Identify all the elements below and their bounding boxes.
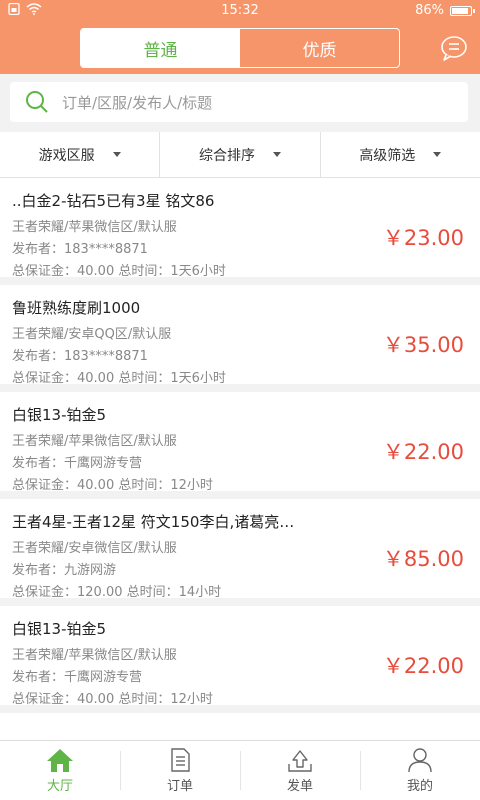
order-deposit: 总保证金：40.00 总时间：1天6小时 (12, 264, 226, 279)
order-price: ￥22.00 (382, 440, 464, 464)
order-icon (171, 748, 190, 772)
dropdown-arrow-icon (433, 152, 442, 157)
search-area: 订单/区服/发布人/标题 (0, 74, 480, 132)
order-region: 王者荣耀/安卓微信区/默认服 (12, 541, 177, 556)
tab-normal[interactable]: 普通 (81, 29, 240, 67)
status-time: 15:32 (221, 3, 259, 18)
filter-region-label: 游戏区服 (38, 147, 95, 164)
tab-publish-label: 发单 (286, 779, 313, 794)
order-item[interactable]: 白银13-铂金5 王者荣耀/苹果微信区/默认服 发布者：千鹰网游专营 总保证金：… (0, 606, 480, 713)
order-title: ..白金2-钻石5已有3星 铭文86 (12, 192, 215, 210)
status-bar: 15:32 86% (0, 0, 480, 22)
status-right: 86% (415, 3, 475, 18)
dropdown-arrow-icon (272, 152, 281, 157)
filter-bar: 游戏区服 综合排序 高级筛选 (0, 132, 480, 178)
top-header: 普通 优质 (0, 22, 480, 74)
order-price: ￥35.00 (382, 333, 464, 357)
order-title: 鲁班熟练度刷1000 (12, 299, 141, 317)
battery-icon (450, 5, 475, 16)
search-placeholder: 订单/区服/发布人/标题 (62, 93, 213, 112)
order-item[interactable]: 白银13-铂金5 王者荣耀/苹果微信区/默认服 发布者：千鹰网游专营 总保证金：… (0, 392, 480, 499)
order-list: ..白金2-钻石5已有3星 铭文86 王者荣耀/苹果微信区/默认服 发布者：18… (0, 178, 480, 713)
message-icon[interactable] (440, 35, 468, 61)
filter-advanced-label: 高级筛选 (359, 147, 416, 164)
bottom-tab-bar: 大厅 订单 发单 我的 (0, 740, 480, 800)
search-icon (26, 91, 48, 113)
tab-publish[interactable]: 发单 (240, 741, 360, 800)
order-price: ￥85.00 (382, 547, 464, 571)
tab-lobby[interactable]: 大厅 (0, 741, 120, 800)
user-icon (408, 748, 432, 773)
order-item[interactable]: 王者4星-王者12星 符文150李白,诸葛亮… 王者荣耀/安卓微信区/默认服 发… (0, 499, 480, 606)
search-input[interactable]: 订单/区服/发布人/标题 (10, 82, 468, 122)
order-price: ￥23.00 (382, 226, 464, 250)
order-region: 王者荣耀/苹果微信区/默认服 (12, 648, 177, 663)
tab-mine[interactable]: 我的 (360, 741, 480, 800)
order-publisher: 发布者：九游网游 (12, 563, 117, 578)
order-item[interactable]: 鲁班熟练度刷1000 王者荣耀/安卓QQ区/默认服 发布者：183****887… (0, 285, 480, 392)
battery-level: 86% (415, 3, 444, 18)
order-publisher: 发布者：183****8871 (12, 242, 148, 257)
order-publisher: 发布者：千鹰网游专营 (12, 456, 143, 471)
home-icon (47, 749, 73, 772)
order-item[interactable]: ..白金2-钻石5已有3星 铭文86 王者荣耀/苹果微信区/默认服 发布者：18… (0, 178, 480, 285)
order-deposit: 总保证金：40.00 总时间：1天6小时 (12, 371, 226, 386)
order-deposit: 总保证金：40.00 总时间：12小时 (12, 692, 213, 707)
order-region: 王者荣耀/苹果微信区/默认服 (12, 220, 177, 235)
tab-lobby-label: 大厅 (46, 779, 73, 794)
quality-segment: 普通 优质 (80, 28, 400, 68)
order-deposit: 总保证金：40.00 总时间：12小时 (12, 478, 213, 493)
tab-orders[interactable]: 订单 (120, 741, 240, 800)
order-title: 白银13-铂金5 (12, 620, 107, 638)
order-deposit: 总保证金：120.00 总时间：14小时 (12, 585, 222, 600)
filter-sort[interactable]: 综合排序 (160, 132, 321, 177)
order-price: ￥22.00 (382, 654, 464, 678)
dropdown-arrow-icon (112, 152, 121, 157)
order-title: 王者4星-王者12星 符文150李白,诸葛亮… (12, 513, 295, 531)
order-region: 王者荣耀/安卓QQ区/默认服 (12, 327, 172, 342)
filter-region[interactable]: 游戏区服 (0, 132, 161, 177)
tab-mine-label: 我的 (406, 779, 433, 794)
tab-premium[interactable]: 优质 (240, 29, 399, 67)
filter-sort-label: 综合排序 (198, 147, 255, 164)
tab-orders-label: 订单 (166, 779, 193, 794)
publish-icon (288, 750, 312, 772)
order-title: 白银13-铂金5 (12, 406, 107, 424)
order-region: 王者荣耀/苹果微信区/默认服 (12, 434, 177, 449)
order-publisher: 发布者：千鹰网游专营 (12, 670, 143, 685)
order-publisher: 发布者：183****8871 (12, 349, 148, 364)
filter-advanced[interactable]: 高级筛选 (321, 132, 480, 177)
